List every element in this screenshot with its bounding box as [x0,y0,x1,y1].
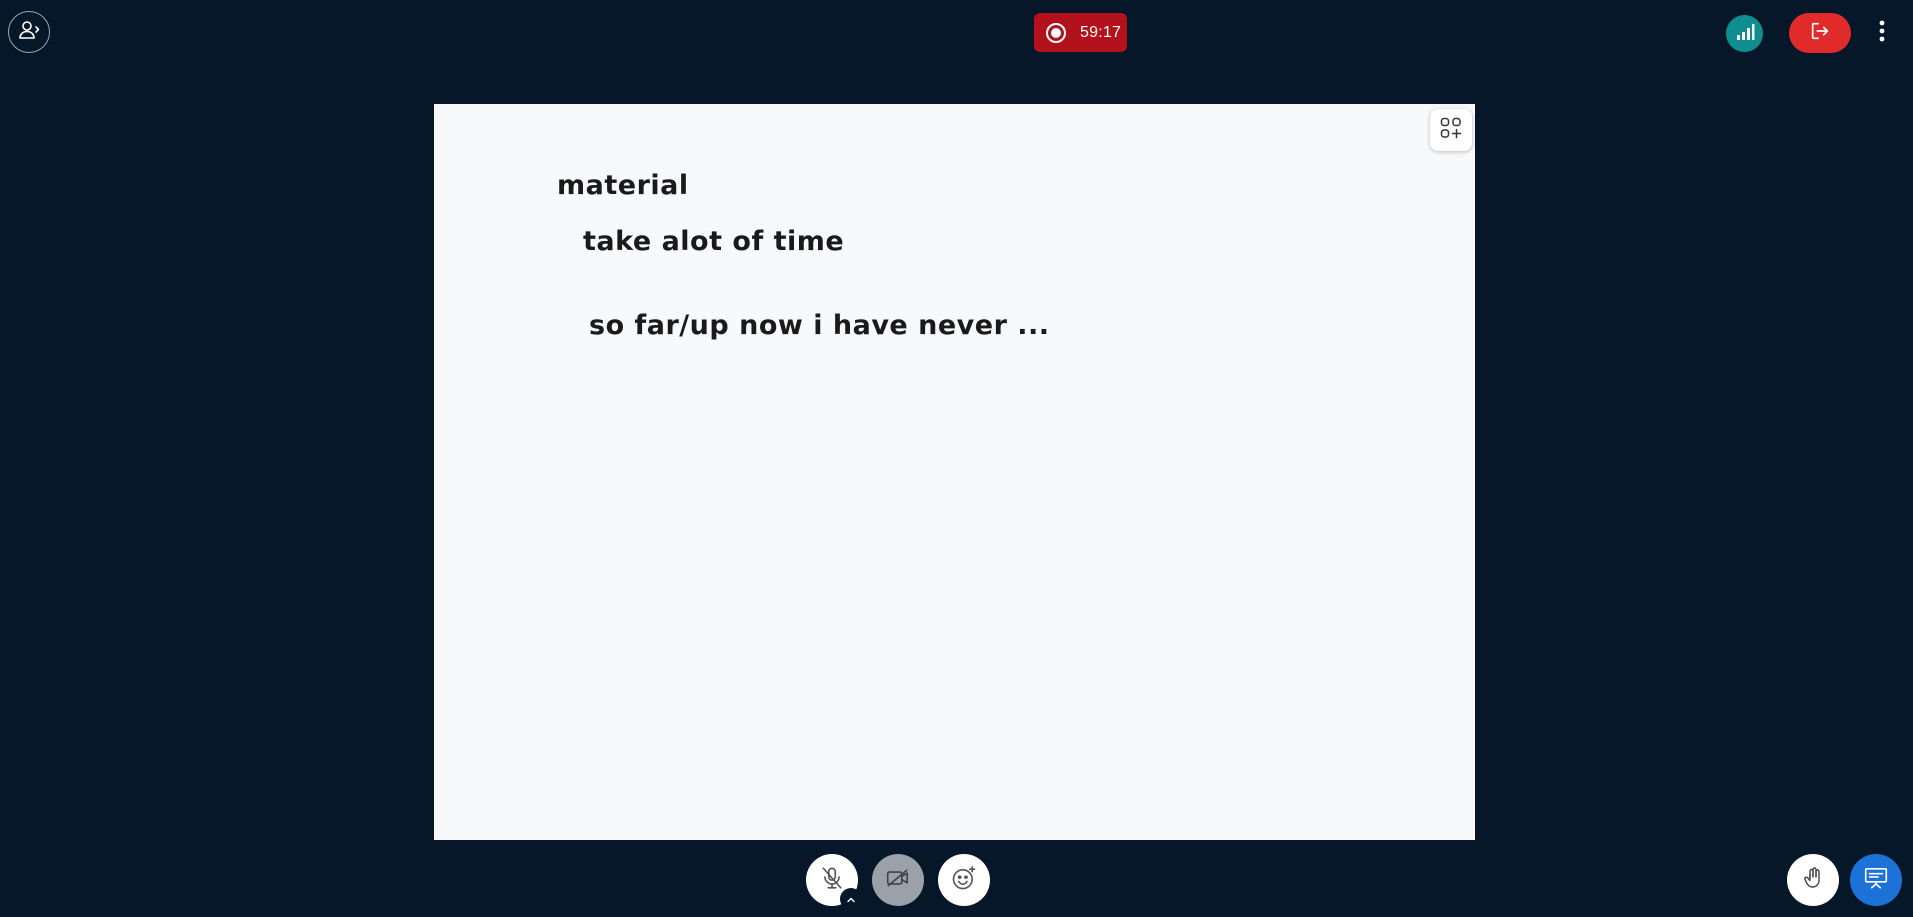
connection-status-icon [1735,22,1755,46]
presentation-button[interactable] [1850,854,1902,906]
leave-meeting-icon [1809,20,1831,46]
whiteboard-canvas[interactable]: material take alot of time so far/up now… [434,104,1475,840]
camera-off-icon [885,865,911,895]
reactions-button[interactable] [938,854,990,906]
microphone-muted-icon [819,865,845,895]
whiteboard-tools-icon [1439,116,1463,144]
record-icon [1044,21,1068,45]
whiteboard-tools-button[interactable] [1430,109,1472,151]
raise-hand-button[interactable] [1787,854,1839,906]
user-list-toggle-button[interactable] [8,11,50,53]
user-list-toggle-icon [17,18,41,46]
chevron-up-icon [846,890,856,909]
raise-hand-icon [1801,866,1825,894]
audio-settings-caret[interactable] [840,888,862,910]
meeting-app: 59:17 material take alot of time so far/… [0,0,1913,917]
leave-meeting-button[interactable] [1789,13,1851,53]
recording-indicator[interactable]: 59:17 [1034,13,1127,52]
more-options-button[interactable] [1870,18,1894,48]
whiteboard-text-line: material [557,170,689,201]
connection-status-button[interactable] [1726,15,1763,52]
whiteboard-text-line: so far/up now i have never ... [589,310,1050,341]
recording-timer: 59:17 [1080,23,1122,41]
whiteboard-text-line: take alot of time [583,226,845,257]
more-options-icon [1879,20,1885,46]
microphone-button[interactable] [806,854,862,910]
presentation-icon [1863,865,1889,895]
camera-button[interactable] [872,854,924,906]
reactions-icon [950,864,978,896]
